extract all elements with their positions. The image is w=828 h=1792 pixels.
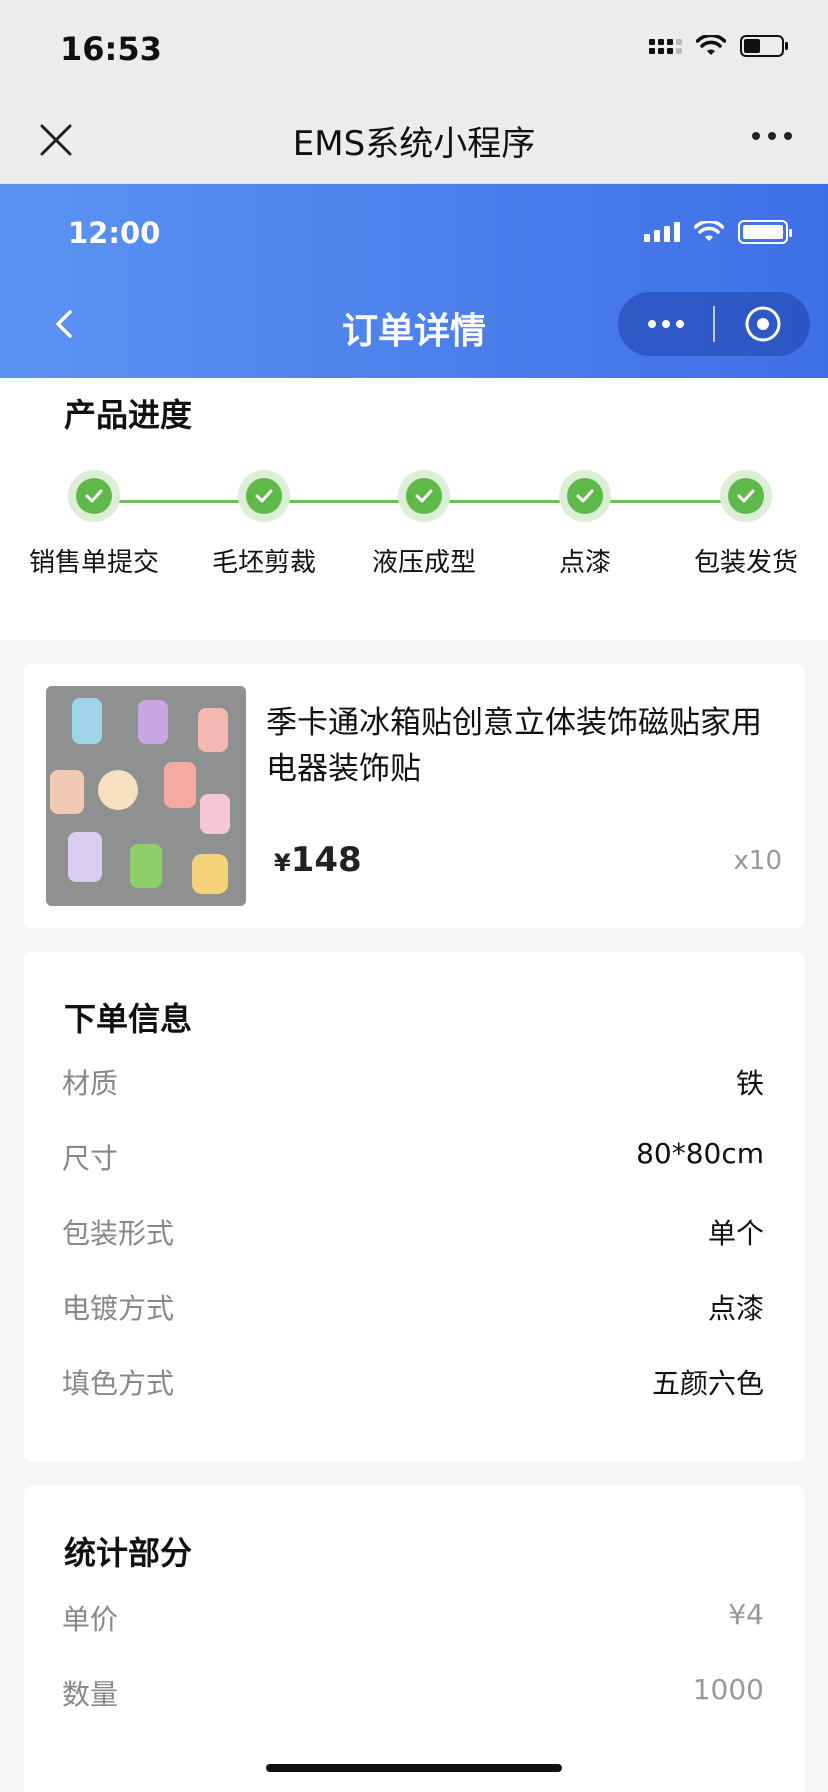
info-value: 铁: [735, 1067, 764, 1100]
progress-step: 包装发货: [666, 470, 826, 579]
step-label: 包装发货: [693, 548, 798, 578]
mini-program-host-bar: EMS系统小程序: [0, 96, 828, 184]
more-options-icon[interactable]: [752, 132, 792, 140]
step-complete-icon: [398, 470, 450, 522]
wifi-icon: [694, 221, 724, 241]
cellular-signal-icon: [644, 222, 680, 242]
stats-row: 单价 ¥4: [62, 1598, 764, 1638]
stats-key: 数量: [62, 1678, 119, 1711]
product-image: [46, 686, 246, 906]
progress-title: 产品进度: [64, 396, 193, 434]
info-key: 填色方式: [62, 1367, 175, 1400]
product-quantity: x10: [733, 846, 782, 876]
info-row: 填色方式 五颜六色: [62, 1362, 764, 1402]
currency-symbol: ¥: [274, 849, 291, 877]
home-indicator: [266, 1764, 562, 1772]
host-title: EMS系统小程序: [292, 124, 536, 164]
stats-card: 统计部分 单价 ¥4 数量 1000: [24, 1486, 804, 1792]
info-key: 材质: [62, 1067, 119, 1100]
battery-icon: [740, 35, 788, 57]
info-value: 80*80cm: [636, 1137, 764, 1170]
progress-step: 液压成型: [344, 470, 504, 579]
price-value: 148: [290, 840, 362, 880]
step-label: 点漆: [558, 548, 611, 578]
info-row: 材质 铁: [62, 1062, 764, 1102]
app-status-icons: [644, 220, 792, 244]
info-value: 点漆: [707, 1292, 764, 1325]
info-row: 包装形式 单个: [62, 1212, 764, 1252]
capsule-menu: [618, 292, 810, 356]
step-label: 液压成型: [371, 548, 476, 578]
system-time: 16:53: [60, 30, 162, 68]
product-name: 季卡通冰箱贴创意立体装饰磁贴家用电器装饰贴: [266, 705, 762, 787]
info-row: 尺寸 80*80cm: [62, 1137, 764, 1177]
app-header: 12:00 订单详情: [0, 184, 828, 378]
app-status-time: 12:00: [68, 216, 161, 250]
step-complete-icon: [238, 470, 290, 522]
stats-key: 单价: [62, 1603, 119, 1636]
battery-icon: [738, 220, 792, 244]
order-info-card: 下单信息 材质 铁 尺寸 80*80cm 包装形式 单个 电镀方式 点漆 填色方…: [24, 952, 804, 1462]
system-status-bar: 16:53: [0, 0, 828, 96]
progress-step: 点漆: [505, 470, 665, 579]
info-value: 单个: [707, 1217, 764, 1250]
info-key: 包装形式: [62, 1217, 175, 1250]
step-label: 毛坯剪裁: [211, 548, 316, 578]
product-card[interactable]: 季卡通冰箱贴创意立体装饰磁贴家用电器装饰贴 ¥148 x10: [24, 664, 804, 928]
stats-title: 统计部分: [64, 1534, 193, 1572]
stats-row: 数量 1000: [62, 1673, 764, 1713]
stats-value: ¥4: [728, 1598, 764, 1631]
info-key: 尺寸: [62, 1142, 119, 1175]
progress-step: 销售单提交: [14, 470, 174, 579]
cellular-signal-icon: [649, 38, 682, 54]
step-complete-icon: [720, 470, 772, 522]
info-row: 电镀方式 点漆: [62, 1287, 764, 1327]
step-complete-icon: [559, 470, 611, 522]
product-price: ¥148: [274, 840, 362, 880]
wifi-icon: [696, 35, 726, 55]
capsule-more-icon[interactable]: [618, 320, 713, 328]
step-label: 销售单提交: [28, 548, 159, 578]
product-progress-section: 产品进度 销售单提交 毛坯剪裁 液压成型 点漆 包装发货: [0, 378, 828, 640]
progress-step: 毛坯剪裁: [184, 470, 344, 579]
info-value: 五颜六色: [651, 1367, 764, 1400]
stats-value: 1000: [692, 1673, 764, 1706]
step-complete-icon: [68, 470, 120, 522]
system-status-icons: [649, 34, 790, 58]
info-key: 电镀方式: [62, 1292, 175, 1325]
capsule-close-icon[interactable]: [715, 304, 810, 344]
order-info-title: 下单信息: [64, 1000, 193, 1038]
